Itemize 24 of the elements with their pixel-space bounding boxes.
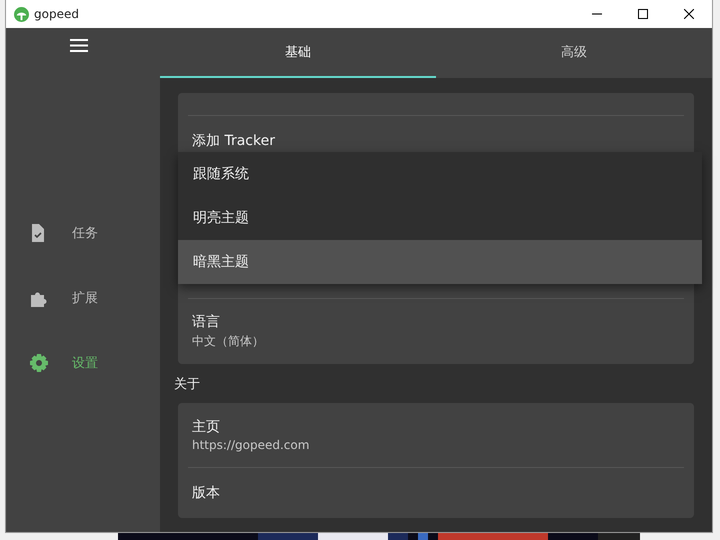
- menu-item[interactable]: 跟随系统: [178, 152, 702, 196]
- sidebar-item[interactable]: 扩展: [6, 284, 160, 312]
- row-value: https://gopeed.com: [192, 438, 310, 452]
- row-title: 版本: [192, 484, 221, 502]
- sidebar-item[interactable]: 任务: [6, 219, 160, 247]
- settings-row[interactable]: 语言 中文（简体）: [178, 299, 694, 364]
- row-title: 添加 Tracker: [192, 132, 276, 150]
- window-title: gopeed: [34, 7, 80, 21]
- tab[interactable]: 高级: [436, 28, 712, 78]
- maximize-icon: [638, 9, 648, 19]
- menu-item[interactable]: 明亮主题: [178, 196, 702, 240]
- row-title: 主页: [192, 418, 221, 436]
- close-icon: [684, 9, 694, 19]
- settings-row[interactable]: 主页 https://gopeed.com: [178, 403, 694, 467]
- settings-row[interactable]: 版本: [178, 468, 694, 518]
- sidebar-item[interactable]: 设置: [6, 349, 160, 377]
- tab[interactable]: 基础: [160, 28, 436, 78]
- settings-icon: [30, 354, 48, 372]
- section-title: 关于: [174, 376, 200, 392]
- row-title: 语言: [192, 313, 221, 331]
- row-value: 中文（简体）: [192, 333, 265, 350]
- menu-icon[interactable]: [69, 38, 89, 53]
- menu-item[interactable]: 暗黑主题: [178, 240, 702, 284]
- app-logo-icon: [14, 6, 29, 22]
